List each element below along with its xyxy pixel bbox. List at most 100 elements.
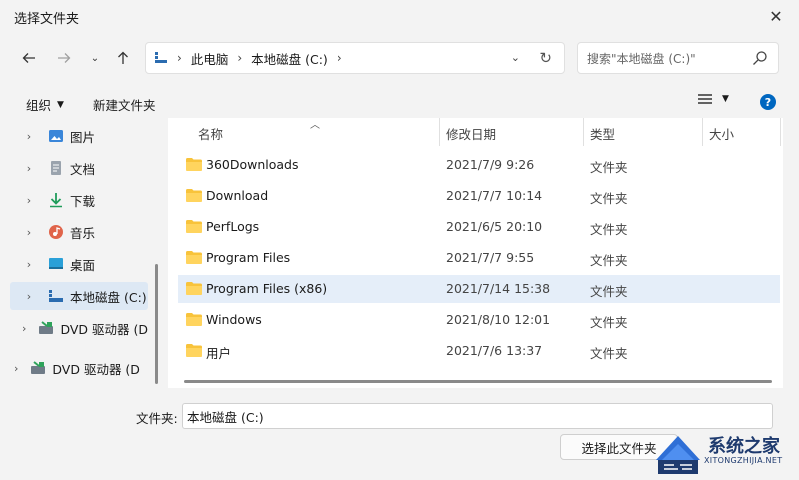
- chevron-right-icon[interactable]: ›: [22, 162, 36, 175]
- sidebar-scrollbar[interactable]: [155, 264, 158, 384]
- close-icon: ✕: [769, 6, 783, 26]
- view-options-button[interactable]: ▼: [698, 93, 729, 105]
- table-row[interactable]: Download 2021/7/7 10:14 文件夹: [178, 182, 780, 210]
- breadcrumb-this-pc[interactable]: 此电脑: [191, 49, 229, 68]
- column-divider[interactable]: [583, 118, 584, 146]
- search-input[interactable]: 搜索"本地磁盘 (C:)": [577, 42, 779, 74]
- table-row[interactable]: Windows 2021/8/10 12:01 文件夹: [178, 306, 780, 334]
- column-header-size[interactable]: 大小: [709, 122, 734, 144]
- table-row[interactable]: 360Downloads 2021/7/9 9:26 文件夹: [178, 151, 780, 179]
- file-date: 2021/7/14 15:38: [446, 281, 551, 296]
- file-date: 2021/6/5 20:10: [446, 219, 543, 234]
- navigation-pane: › 图片 › 文档 › 下载 › 音乐 › 桌面 › 本地磁盘 (C:) › D…: [0, 118, 160, 392]
- chevron-down-icon: ⌄: [90, 52, 100, 64]
- chevron-right-icon[interactable]: ›: [22, 290, 36, 303]
- downloads-icon: [48, 192, 64, 208]
- table-row[interactable]: 用户 2021/7/6 13:37 文件夹: [178, 337, 780, 365]
- table-row[interactable]: Program Files (x86) 2021/7/14 15:38 文件夹: [178, 275, 780, 303]
- chevron-right-icon[interactable]: ›: [22, 194, 36, 207]
- recent-locations-button[interactable]: ⌄: [83, 46, 107, 70]
- folder-icon: [186, 282, 202, 295]
- pictures-icon: [48, 128, 64, 144]
- watermark-logo-icon: [656, 436, 700, 474]
- sidebar-item-dvd-drive-d[interactable]: › DVD 驱动器 (D:): [2, 354, 140, 382]
- folder-icon: [186, 251, 202, 264]
- chevron-right-icon[interactable]: ›: [14, 362, 18, 375]
- list-view-icon: [698, 94, 712, 104]
- pc-icon: [154, 51, 168, 65]
- chevron-right-icon[interactable]: ›: [22, 130, 36, 143]
- sidebar-item-label: DVD 驱动器 (D:): [52, 361, 140, 377]
- column-header-name[interactable]: 名称: [198, 122, 223, 144]
- sidebar-item-music[interactable]: › 音乐: [10, 218, 148, 246]
- sidebar-item-label: 文档: [70, 161, 96, 177]
- folder-icon: [186, 158, 202, 171]
- caret-down-icon: ▼: [722, 94, 729, 104]
- arrow-left-icon: [22, 53, 35, 63]
- organize-button[interactable]: 组织 ▼: [26, 95, 64, 114]
- breadcrumb-chevron-icon[interactable]: ›: [337, 51, 342, 65]
- refresh-icon[interactable]: ↻: [539, 49, 552, 67]
- navigation-bar: ⌄ › 此电脑 › 本地磁盘 (C:) › ⌄ ↻ 搜索"本地磁盘 (C:)": [0, 38, 799, 78]
- search-icon[interactable]: [752, 50, 768, 66]
- chevron-right-icon[interactable]: ›: [22, 258, 36, 271]
- file-name: Download: [206, 188, 269, 203]
- table-row[interactable]: PerfLogs 2021/6/5 20:10 文件夹: [178, 213, 780, 241]
- chevron-right-icon[interactable]: ›: [22, 322, 26, 335]
- folder-field-value: 本地磁盘 (C:): [187, 409, 264, 425]
- file-type: 文件夹: [590, 284, 628, 299]
- select-folder-label: 选择此文件夹: [581, 440, 657, 456]
- column-divider[interactable]: [780, 118, 781, 146]
- file-type: 文件夹: [590, 346, 628, 361]
- sidebar-item-label: 音乐: [70, 225, 96, 241]
- sidebar-item-label: 下载: [70, 193, 96, 209]
- file-list: ︿ 名称 修改日期 类型 大小 360Downloads 2021/7/9 9:…: [168, 118, 783, 388]
- desktop-icon: [48, 256, 64, 272]
- folder-icon: [186, 189, 202, 202]
- address-dropdown-icon[interactable]: ⌄: [511, 51, 520, 64]
- watermark-title: 系统之家: [708, 436, 780, 457]
- title-bar: 选择文件夹 ✕: [0, 0, 799, 32]
- new-folder-button[interactable]: 新建文件夹: [93, 95, 156, 114]
- file-name: Program Files: [206, 250, 291, 265]
- command-bar: 组织 ▼ 新建文件夹 ▼ ?: [0, 86, 799, 118]
- folder-icon: [186, 220, 202, 233]
- file-date: 2021/7/7 10:14: [446, 188, 543, 203]
- table-row[interactable]: Program Files 2021/7/7 9:55 文件夹: [178, 244, 780, 272]
- help-icon: ?: [764, 95, 772, 109]
- column-header-date[interactable]: 修改日期: [446, 122, 496, 144]
- folder-field[interactable]: 本地磁盘 (C:): [182, 403, 773, 429]
- column-divider[interactable]: [439, 118, 440, 146]
- forward-button[interactable]: [52, 46, 76, 70]
- file-type: 文件夹: [590, 191, 628, 206]
- dvd-icon: [38, 320, 54, 336]
- column-divider[interactable]: [702, 118, 703, 146]
- up-button[interactable]: [111, 46, 135, 70]
- column-header-type[interactable]: 类型: [590, 122, 615, 144]
- breadcrumb-local-disk[interactable]: 本地磁盘 (C:): [251, 49, 328, 68]
- sidebar-item-dvd-drive[interactable]: › DVD 驱动器 (D: [10, 314, 148, 342]
- close-button[interactable]: ✕: [753, 0, 799, 32]
- help-button[interactable]: ?: [760, 94, 776, 110]
- file-date: 2021/7/6 13:37: [446, 343, 543, 358]
- folder-icon: [186, 313, 202, 326]
- file-date: 2021/7/9 9:26: [446, 157, 535, 172]
- address-bar[interactable]: › 此电脑 › 本地磁盘 (C:) › ⌄ ↻: [145, 42, 565, 74]
- horizontal-scrollbar[interactable]: [184, 380, 772, 383]
- file-name: 用户: [206, 346, 232, 361]
- sidebar-item-documents[interactable]: › 文档: [10, 154, 148, 182]
- watermark: 系统之家 XITONGZHIJIA.NET: [650, 428, 799, 480]
- watermark-subtitle: XITONGZHIJIA.NET: [704, 456, 783, 465]
- file-date: 2021/7/7 9:55: [446, 250, 535, 265]
- sidebar-item-label: 桌面: [70, 257, 96, 273]
- sidebar-item-local-disk-c[interactable]: › 本地磁盘 (C:): [10, 282, 148, 310]
- breadcrumb-chevron-icon: ›: [177, 51, 182, 65]
- sidebar-item-pictures[interactable]: › 图片: [10, 122, 148, 150]
- chevron-right-icon[interactable]: ›: [22, 226, 36, 239]
- back-button[interactable]: [17, 46, 41, 70]
- sidebar-item-desktop[interactable]: › 桌面: [10, 250, 148, 278]
- folder-label: 文件夹:: [136, 411, 178, 426]
- sidebar-item-downloads[interactable]: › 下载: [10, 186, 148, 214]
- file-name: PerfLogs: [206, 219, 260, 234]
- music-icon: [48, 224, 64, 240]
